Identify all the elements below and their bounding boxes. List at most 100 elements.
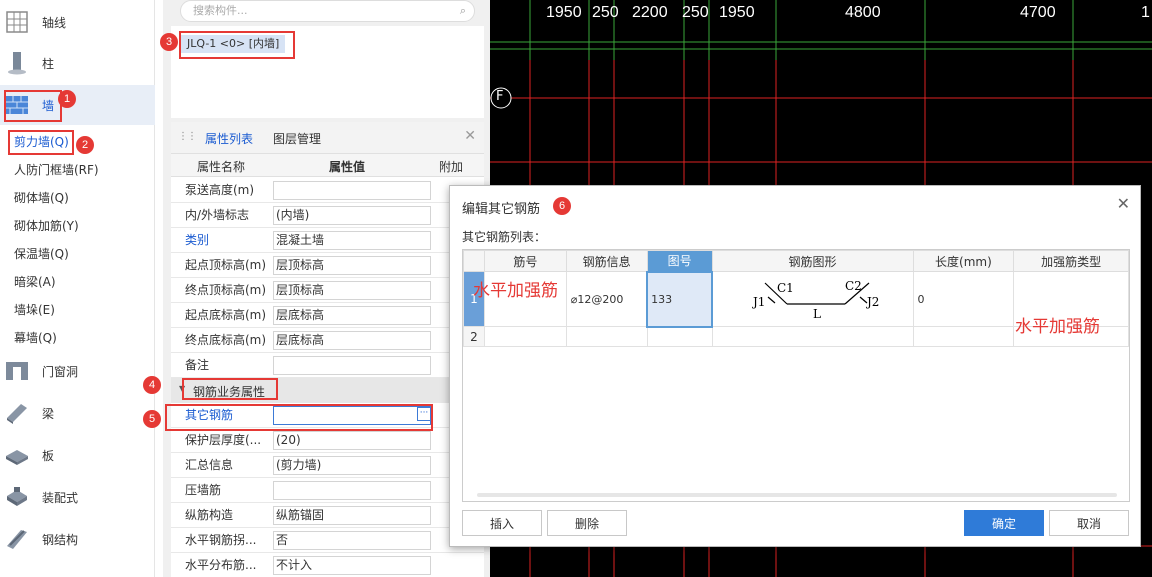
drag-handle-icon[interactable]: ⋮⋮ [178, 131, 197, 142]
cell-rebar-name[interactable]: 水平加强筋 [473, 271, 567, 327]
prop-value-field[interactable]: (内墙) [273, 206, 431, 225]
tree-item-steel-structure[interactable]: 钢结构 [0, 519, 155, 559]
prop-name: 备注 [185, 358, 210, 372]
search-input[interactable]: 搜索构件... ⌕ [180, 0, 475, 22]
prop-value-field[interactable] [273, 356, 431, 375]
highlight-box-wall [4, 90, 62, 122]
col-header: 长度(mm) [912, 250, 1015, 272]
tree-sub-masonry-wall[interactable]: 砌体墙(Q) [0, 184, 155, 212]
cancel-button[interactable]: 取消 [1049, 510, 1129, 536]
prop-value-field[interactable]: 层顶标高 [273, 256, 431, 275]
rebar-shape-diagram: C1 C2 J1 J2 L [751, 279, 879, 321]
tab-property-list[interactable]: 属性列表 [205, 130, 253, 147]
prop-value-field[interactable]: (剪力墙) [273, 456, 431, 475]
close-icon[interactable]: ✕ [464, 128, 476, 144]
tree-sub-curtain-wall[interactable]: 幕墙(Q) [0, 324, 155, 352]
cell-rebar-info[interactable] [565, 326, 648, 347]
dimension-label: 2200 [632, 4, 668, 21]
shape-label-l: L [813, 307, 821, 321]
shape-label-c1: C1 [777, 281, 794, 295]
slab-icon [5, 443, 29, 467]
prop-name: 起点顶标高(m) [185, 258, 267, 272]
beam-icon [5, 401, 29, 425]
component-tree: 轴线 柱 墙 剪力墙(Q) 人防门框墙(RF) 砌体墙(Q) 砌体加筋(Y) 保… [0, 0, 155, 577]
step-badge: 4 [143, 376, 161, 394]
prop-row: 泵送高度(m) [171, 178, 484, 203]
tree-item-label: 装配式 [42, 490, 79, 505]
delete-button[interactable]: 删除 [547, 510, 627, 536]
prop-row: 内/外墙标志 (内墙) [171, 203, 484, 228]
cell-rebar-name[interactable] [483, 326, 567, 347]
prefab-icon [5, 485, 29, 509]
cell-figure-number[interactable]: 133 [646, 270, 714, 328]
horizontal-scrollbar[interactable] [477, 493, 1117, 497]
dimension-label: 250 [592, 4, 619, 21]
tree-sub-masonry-reinforcement[interactable]: 砌体加筋(Y) [0, 212, 155, 240]
rebar-grid: 筋号 钢筋信息 图号 钢筋图形 长度(mm) 加强筋类型 1 水平加强筋 ⌀12… [462, 249, 1130, 502]
properties-panel: ⋮⋮ 属性列表 图层管理 ✕ 属性名称 属性值 附加 泵送高度(m) 内/外墙标… [171, 122, 484, 577]
prop-row: 终点底标高(m) 层底标高 [171, 328, 484, 353]
dialog-title: 编辑其它钢筋 [462, 202, 541, 217]
tree-item-axis[interactable]: 轴线 [0, 2, 155, 42]
close-icon[interactable]: ✕ [1117, 194, 1130, 213]
step-badge: 2 [76, 136, 94, 154]
tree-sub-civil-defense-wall[interactable]: 人防门框墙(RF) [0, 156, 155, 184]
dimension-label: 1950 [546, 4, 582, 21]
tree-item-beam[interactable]: 梁 [0, 393, 155, 433]
tree-item-label: 轴线 [42, 15, 67, 30]
tree-item-column[interactable]: 柱 [0, 43, 155, 83]
prop-value-field[interactable]: 不计入 [273, 556, 431, 575]
prop-value-field[interactable]: 纵筋锚固 [273, 506, 431, 525]
insert-button[interactable]: 插入 [462, 510, 542, 536]
prop-name: 类别 [185, 233, 210, 247]
shape-label-j1: J1 [751, 295, 765, 309]
door-window-icon [5, 359, 29, 383]
column-icon [5, 51, 29, 75]
search-icon[interactable]: ⌕ [460, 1, 466, 21]
dialog-subtitle: 其它钢筋列表： [462, 230, 547, 244]
step-badge: 5 [143, 410, 161, 428]
step-badge: 1 [58, 90, 76, 108]
cell-rebar-shape[interactable] [711, 326, 914, 347]
prop-value-field[interactable]: 层顶标高 [273, 281, 431, 300]
col-header: 筋号 [483, 250, 567, 272]
tree-item-label: 梁 [42, 406, 55, 421]
edit-other-rebar-dialog: 编辑其它钢筋 6 ✕ 其它钢筋列表： 筋号 钢筋信息 图号 钢筋图形 长度(mm… [449, 185, 1141, 547]
prop-row: 压墙筋 [171, 478, 484, 503]
prop-value-field[interactable]: 层底标高 [273, 306, 431, 325]
cell-rebar-shape[interactable]: C1 C2 J1 J2 L [711, 271, 914, 327]
prop-row: 备注 [171, 353, 484, 378]
prop-row: 类别 混凝土墙 [171, 228, 484, 253]
tree-sub-wall-pier[interactable]: 墙垛(E) [0, 296, 155, 324]
prop-value-field[interactable]: (20) [273, 431, 431, 450]
prop-value-field[interactable] [273, 181, 431, 200]
prop-name: 保护层厚度(... [185, 433, 262, 447]
tree-item-prefab[interactable]: 装配式 [0, 477, 155, 517]
prop-value-field[interactable]: 否 [273, 531, 431, 550]
axis-label-f: F [496, 89, 504, 104]
prop-row: 起点底标高(m) 层底标高 [171, 303, 484, 328]
cell-length[interactable] [912, 326, 1015, 347]
col-extra: 附加 [439, 160, 464, 174]
tree-sub-hidden-beam[interactable]: 暗梁(A) [0, 268, 155, 296]
cell-rebar-info[interactable]: ⌀12@200 [565, 271, 648, 327]
tree-item-slab[interactable]: 板 [0, 435, 155, 475]
cell-figure-number[interactable] [646, 326, 713, 347]
tree-sub-insulation-wall[interactable]: 保温墙(Q) [0, 240, 155, 268]
properties-tabs: ⋮⋮ 属性列表 图层管理 ✕ [171, 122, 484, 154]
prop-value-field[interactable]: 层底标高 [273, 331, 431, 350]
shape-label-j2: J2 [865, 295, 879, 309]
prop-value-field[interactable] [273, 481, 431, 500]
col-header: 图号 [646, 250, 713, 272]
middle-panel: 搜索构件... ⌕ JLQ-1 <0> [内墙] ⋮⋮ 属性列表 图层管理 ✕ … [163, 0, 490, 577]
cell-length[interactable]: 0 [912, 271, 1015, 327]
ok-button[interactable]: 确定 [964, 510, 1044, 536]
tree-item-label: 钢结构 [42, 532, 79, 547]
prop-name: 终点顶标高(m) [185, 283, 267, 297]
col-header: 钢筋图形 [711, 250, 914, 272]
tree-item-door-window[interactable]: 门窗洞 [0, 351, 155, 391]
prop-value-field[interactable]: 混凝土墙 [273, 231, 431, 250]
prop-name: 水平分布筋... [185, 558, 257, 572]
tab-layer-management[interactable]: 图层管理 [273, 130, 321, 147]
row-number[interactable]: 2 [463, 326, 485, 347]
